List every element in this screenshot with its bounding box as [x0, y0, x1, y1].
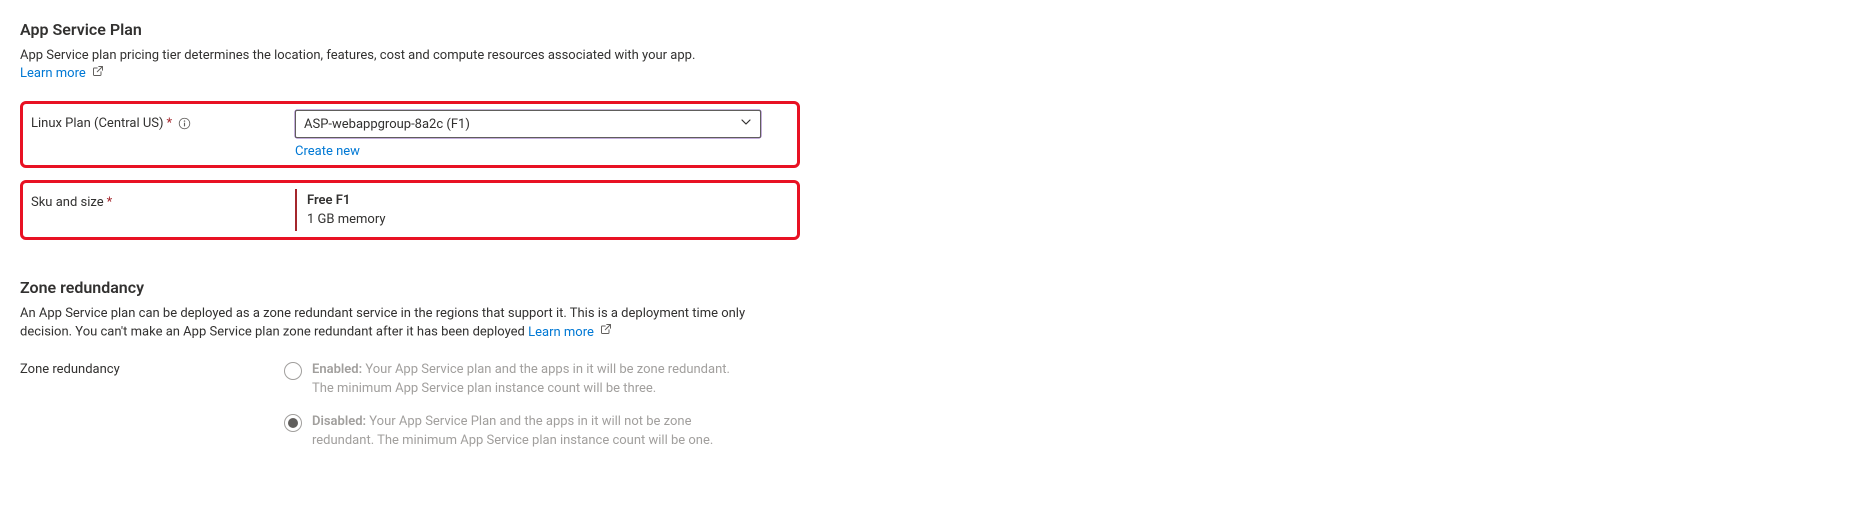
sku-value-block: Free F1 1 GB memory	[295, 189, 791, 231]
app-service-plan-learn-more-link[interactable]: Learn more	[20, 66, 104, 81]
required-asterisk: *	[107, 195, 113, 210]
app-service-plan-heading: App Service Plan	[20, 20, 800, 39]
linux-plan-label: Linux Plan (Central US) *	[31, 110, 295, 131]
sku-label: Sku and size *	[31, 189, 295, 210]
zone-redundancy-option-disabled[interactable]: Disabled: Your App Service Plan and the …	[284, 412, 800, 450]
external-link-icon	[92, 65, 104, 83]
sku-label-text: Sku and size	[31, 195, 104, 210]
zone-redundancy-radio-group: Enabled: Your App Service plan and the a…	[284, 360, 800, 450]
learn-more-label: Learn more	[528, 325, 594, 340]
zone-redundancy-disabled-text: Disabled: Your App Service Plan and the …	[312, 412, 752, 450]
zone-redundancy-option-enabled[interactable]: Enabled: Your App Service plan and the a…	[284, 360, 800, 398]
app-service-plan-description: App Service plan pricing tier determines…	[20, 47, 780, 83]
radio-icon	[284, 414, 302, 432]
create-new-link[interactable]: Create new	[295, 144, 360, 159]
zone-redundancy-description: An App Service plan can be deployed as a…	[20, 305, 780, 341]
linux-plan-selected-value: ASP-webappgroup-8a2c (F1)	[304, 117, 470, 132]
zone-redundancy-enabled-desc: Your App Service plan and the apps in it…	[312, 362, 730, 396]
chevron-down-icon	[740, 116, 752, 132]
zone-redundancy-learn-more-link[interactable]: Learn more	[528, 325, 612, 340]
zone-redundancy-field-label: Zone redundancy	[20, 360, 284, 377]
zone-redundancy-disabled-label: Disabled:	[312, 414, 366, 429]
form-content: App Service Plan App Service plan pricin…	[20, 20, 800, 464]
required-asterisk: *	[167, 116, 173, 131]
learn-more-label: Learn more	[20, 66, 86, 81]
sku-name: Free F1	[307, 193, 791, 208]
zone-redundancy-enabled-text: Enabled: Your App Service plan and the a…	[312, 360, 752, 398]
radio-icon	[284, 362, 302, 380]
sku-description: 1 GB memory	[307, 212, 791, 227]
linux-plan-select[interactable]: ASP-webappgroup-8a2c (F1)	[295, 110, 761, 138]
sku-highlight-box: Sku and size * Free F1 1 GB memory	[20, 180, 800, 240]
info-icon[interactable]	[178, 117, 191, 130]
zone-redundancy-description-text: An App Service plan can be deployed as a…	[20, 306, 745, 339]
zone-redundancy-enabled-label: Enabled:	[312, 362, 362, 377]
app-service-plan-description-text: App Service plan pricing tier determines…	[20, 48, 695, 63]
linux-plan-label-text: Linux Plan (Central US)	[31, 116, 164, 131]
zone-redundancy-disabled-desc: Your App Service Plan and the apps in it…	[312, 414, 713, 448]
plan-highlight-box: Linux Plan (Central US) * ASP-webappgrou…	[20, 101, 800, 168]
zone-redundancy-heading: Zone redundancy	[20, 278, 800, 297]
external-link-icon	[600, 323, 612, 341]
